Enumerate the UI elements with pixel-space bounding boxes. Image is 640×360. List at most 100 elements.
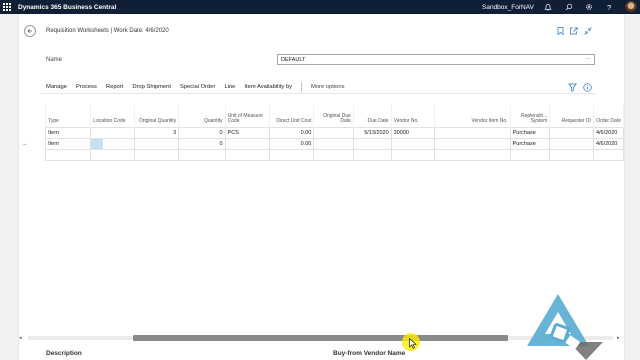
action-special-order[interactable]: Special Order <box>180 84 215 90</box>
cell-order-date[interactable] <box>592 148 624 161</box>
column-header-requester-id[interactable]: Requester ID <box>549 105 594 127</box>
column-header-quantity[interactable]: Quantity <box>178 105 226 127</box>
bookmark-icon[interactable] <box>556 26 565 35</box>
svg-text:?: ? <box>607 3 611 11</box>
table-row[interactable]: → Item 0 0.00 Purchase 4/6/2020 <box>20 137 624 150</box>
cell-original-due-date[interactable] <box>313 137 354 150</box>
mouse-pointer-icon <box>409 338 417 349</box>
column-header-direct-unit-cost[interactable]: Direct Unit Cost <box>269 105 315 127</box>
grid-header-row: Type Location Code Original Quantity Qua… <box>20 105 624 127</box>
bell-icon[interactable] <box>543 2 553 12</box>
cell-original-quantity[interactable] <box>133 137 180 150</box>
search-icon[interactable] <box>564 2 574 12</box>
open-new-window-icon[interactable] <box>569 26 578 35</box>
column-header-original-due-date[interactable]: Original Due Date <box>313 105 354 127</box>
action-line[interactable]: Line <box>224 84 235 90</box>
page-title: Requisition Worksheets | Work Date: 4/6/… <box>46 28 169 34</box>
app-name[interactable]: Dynamics 365 Business Central <box>18 4 116 11</box>
cell-due-date[interactable]: 5/13/2020 <box>352 126 392 139</box>
scroll-left-icon[interactable]: ◂ <box>19 335 22 341</box>
scroll-right-icon[interactable]: ▸ <box>617 335 620 341</box>
action-report[interactable]: Report <box>106 84 123 90</box>
cell-unit-of-measure-code[interactable] <box>224 137 271 150</box>
action-bar: Manage Process Report Drop Shipment Spec… <box>41 80 596 94</box>
row-marker <box>20 127 46 138</box>
column-header-due-date[interactable]: Due Date <box>353 105 392 127</box>
cell-unit-of-measure-code[interactable] <box>224 148 271 161</box>
cell-original-quantity[interactable]: 3 <box>133 126 180 139</box>
action-separator <box>300 81 302 92</box>
column-header-unit-of-measure-code[interactable]: Unit of Measure Code <box>225 105 271 127</box>
cell-replenishment-system[interactable]: Purchase <box>509 137 551 150</box>
cell-direct-unit-cost[interactable]: 0.00 <box>269 126 315 139</box>
buy-from-vendor-name-label: Buy-from Vendor Name <box>333 350 406 357</box>
cell-type[interactable]: Item <box>45 126 92 139</box>
column-header-replenishment-system[interactable]: Replenish... System <box>510 105 551 127</box>
gear-icon[interactable] <box>584 2 594 12</box>
cell-vendor-item-no[interactable] <box>434 148 511 161</box>
cell-requester-id[interactable] <box>549 148 594 161</box>
cell-quantity[interactable]: 0 <box>178 126 226 139</box>
cell-requester-id[interactable] <box>549 126 594 139</box>
cell-vendor-no[interactable] <box>390 137 436 150</box>
column-header-order-date[interactable]: Order Date <box>593 105 624 127</box>
description-label: Description <box>46 350 82 357</box>
avatar[interactable] <box>625 1 637 13</box>
row-marker <box>20 149 46 160</box>
table-row[interactable] <box>20 148 624 161</box>
cell-location-code[interactable] <box>90 126 135 139</box>
cell-order-date[interactable]: 4/6/2020 <box>592 126 624 139</box>
cell-vendor-no[interactable] <box>390 148 436 161</box>
cell-location-code[interactable] <box>90 148 135 161</box>
row-marker-header <box>20 105 47 127</box>
collapse-icon[interactable] <box>583 26 592 35</box>
cell-vendor-item-no[interactable] <box>434 126 511 139</box>
cell-replenishment-system[interactable]: Purchase <box>509 126 551 139</box>
cell-original-due-date[interactable] <box>313 148 354 161</box>
cell-unit-of-measure-code[interactable]: PCS <box>224 126 271 139</box>
cell-location-code[interactable] <box>90 137 135 150</box>
column-header-vendor-no[interactable]: Vendor No. <box>391 105 436 127</box>
name-field[interactable]: DEFAULT ··· <box>277 54 595 65</box>
action-process[interactable]: Process <box>76 84 97 90</box>
app-launcher-icon[interactable] <box>0 0 14 14</box>
info-icon[interactable] <box>583 83 592 92</box>
back-button[interactable] <box>24 25 36 37</box>
cell-direct-unit-cost[interactable] <box>269 148 315 161</box>
cell-requester-id[interactable] <box>549 137 594 150</box>
name-field-value: DEFAULT <box>281 57 306 63</box>
help-icon[interactable]: ? <box>604 2 614 12</box>
name-label: Name <box>46 57 63 63</box>
cell-quantity[interactable]: 0 <box>178 137 226 150</box>
cell-type[interactable]: Item <box>45 137 92 150</box>
column-header-vendor-item-no[interactable]: Vendor Item No. <box>434 105 511 127</box>
cell-due-date[interactable] <box>352 148 392 161</box>
left-margin <box>0 14 18 360</box>
action-item-availability-by[interactable]: Item Availability by <box>244 84 292 90</box>
more-options-button[interactable]: More options <box>311 84 345 90</box>
cell-original-quantity[interactable] <box>133 148 180 161</box>
selected-cell-highlight <box>91 139 104 148</box>
cell-vendor-item-no[interactable] <box>434 137 511 150</box>
cell-direct-unit-cost[interactable]: 0.00 <box>269 137 315 150</box>
cell-vendor-no[interactable]: 30000 <box>390 126 436 139</box>
lines-table: Type Location Code Original Quantity Qua… <box>20 105 624 161</box>
cell-replenishment-system[interactable] <box>509 148 551 161</box>
column-header-location-code[interactable]: Location Code <box>90 105 135 127</box>
table-row[interactable]: Item 3 0 PCS 0.00 5/13/2020 30000 Purcha… <box>20 126 624 139</box>
name-lookup-button[interactable]: ··· <box>586 56 592 62</box>
right-margin <box>625 14 640 360</box>
cell-due-date[interactable] <box>352 137 392 150</box>
column-header-original-quantity[interactable]: Original Quantity <box>134 105 180 127</box>
cell-original-due-date[interactable] <box>313 126 354 139</box>
watermark-logo <box>527 294 603 360</box>
column-header-type[interactable]: Type <box>45 105 92 127</box>
action-manage[interactable]: Manage <box>46 84 67 90</box>
top-bar: Dynamics 365 Business Central Sandbox_Fo… <box>0 0 640 14</box>
cell-order-date[interactable]: 4/6/2020 <box>592 137 624 150</box>
scrollbar-thumb[interactable] <box>133 335 508 341</box>
action-drop-shipment[interactable]: Drop Shipment <box>132 84 171 90</box>
cell-type[interactable] <box>45 148 92 161</box>
cell-quantity[interactable] <box>178 148 226 161</box>
filter-icon[interactable] <box>568 83 577 92</box>
